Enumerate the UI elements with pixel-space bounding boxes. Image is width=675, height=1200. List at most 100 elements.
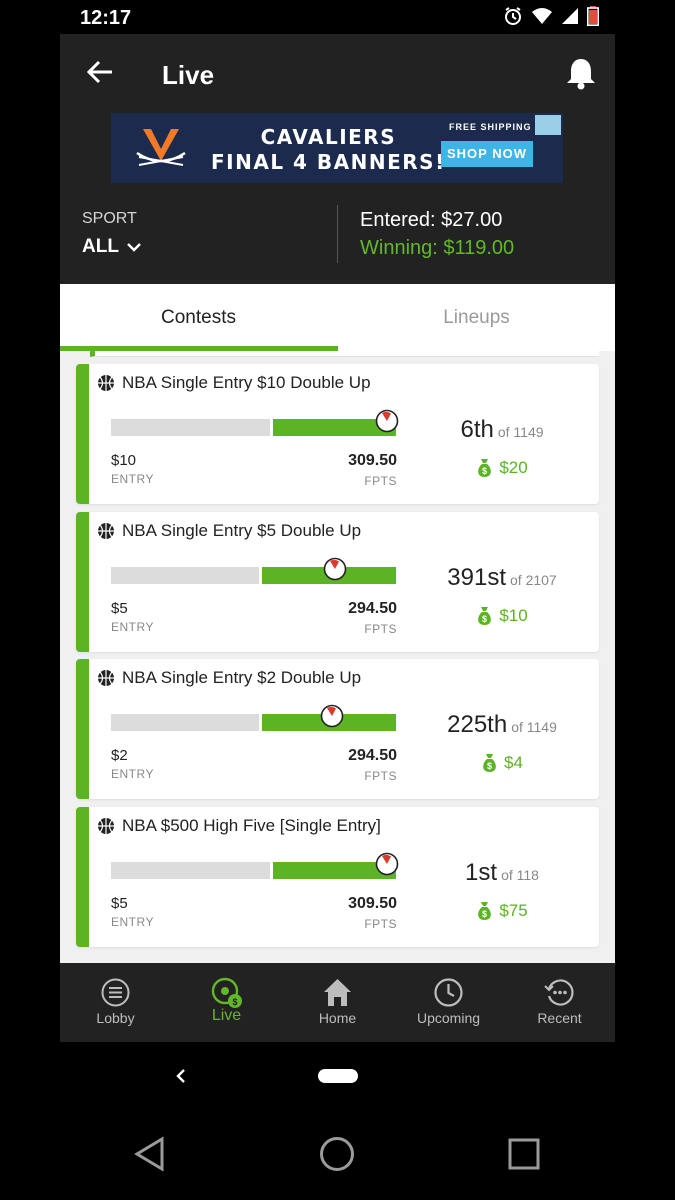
svg-text:$: $ <box>482 614 487 624</box>
ad-shipping: FREE SHIPPING <box>449 122 532 132</box>
progress-remaining <box>111 714 259 731</box>
nav-recent[interactable]: Recent <box>504 963 615 1042</box>
progress-bar <box>111 704 396 731</box>
tab-bar: Contests Lineups <box>60 284 615 351</box>
rank-of: of 1149 <box>511 719 557 735</box>
nav-home-label: Home <box>318 1010 357 1026</box>
bell-icon[interactable] <box>565 56 597 90</box>
tab-lineups[interactable]: Lineups <box>338 284 615 351</box>
rank: 1st of 118 <box>407 859 597 887</box>
basketball-icon <box>98 375 114 391</box>
history-icon <box>544 979 574 1006</box>
ad-banner[interactable]: CAVALIERS FINAL 4 BANNERS! FREE SHIPPING… <box>111 113 563 183</box>
rank-place: 1st <box>465 859 498 886</box>
sport-label: SPORT <box>82 210 137 227</box>
contest-title-row: NBA $500 High Five [Single Entry] <box>97 816 381 836</box>
timer-marker-icon <box>375 852 399 876</box>
clock-icon <box>434 978 463 1007</box>
progress-remaining <box>111 567 259 584</box>
contest-title: NBA Single Entry $2 Double Up <box>122 668 362 687</box>
list-circle-icon <box>101 978 130 1007</box>
entry-label: ENTRY <box>111 620 154 634</box>
ad-choices-icon[interactable] <box>535 115 561 135</box>
nav-lobby-label: Lobby <box>96 1010 135 1026</box>
contest-card[interactable]: NBA Single Entry $2 Double Up $2 ENTRY 294.… <box>76 659 599 799</box>
progress-remaining <box>111 419 270 436</box>
prize-amount: $20 <box>499 458 528 477</box>
svg-text:$: $ <box>482 466 487 476</box>
contest-title: NBA Single Entry $10 Double Up <box>122 373 371 392</box>
winning-total: Winning: $119.00 <box>360 237 515 259</box>
prize-amount: $10 <box>499 606 528 625</box>
fpts-label: FPTS <box>364 622 397 636</box>
rank-place: 391st <box>447 564 506 591</box>
progress-bar <box>111 409 399 436</box>
gesture-handle[interactable] <box>318 1069 358 1083</box>
nav-upcoming[interactable]: Upcoming <box>393 963 504 1042</box>
contest-card[interactable]: NBA Single Entry $10 Double Up $10 ENTRY 30… <box>76 364 599 504</box>
tab-contests[interactable]: Contests <box>60 284 337 351</box>
system-nav-bar <box>0 1120 675 1200</box>
timer-marker-icon <box>320 704 344 728</box>
nav-upcoming-label: Upcoming <box>416 1010 481 1026</box>
rank: 225th of 1149 <box>407 711 597 739</box>
chevron-left-icon[interactable] <box>173 1066 189 1086</box>
progress-bar <box>111 852 399 879</box>
fpts-value: 309.50 <box>348 452 397 469</box>
entry-label: ENTRY <box>111 472 154 486</box>
contest-title-row: NBA Single Entry $5 Double Up <box>97 521 361 541</box>
status-icons <box>503 6 599 31</box>
alarm-icon <box>503 6 523 31</box>
svg-text:$: $ <box>482 909 487 919</box>
system-home-icon[interactable] <box>319 1136 355 1172</box>
sport-dropdown[interactable]: ALL <box>82 236 141 258</box>
app-window: Live CAVALIERS FINAL 4 BANNERS! FREE SHI… <box>60 34 615 1042</box>
bottom-nav: Lobby $ Live Home Upcoming Recent <box>60 963 615 1042</box>
entry-label: ENTRY <box>111 915 154 929</box>
back-arrow-icon[interactable] <box>84 56 116 88</box>
fpts-value: 309.50 <box>348 895 397 912</box>
contest-title-row: NBA Single Entry $2 Double Up <box>97 668 361 688</box>
contest-title: NBA Single Entry $5 Double Up <box>122 521 362 540</box>
rank-place: 6th <box>460 416 494 443</box>
rank: 6th of 1149 <box>407 416 597 444</box>
signal-icon <box>561 7 579 30</box>
contest-list[interactable]: NBA Single Entry $10 Double Up $10 ENTRY 30… <box>60 351 615 963</box>
ad-shop-button[interactable]: SHOP NOW <box>441 141 533 167</box>
live-money-icon: $ <box>211 977 242 1008</box>
prize-amount: $4 <box>504 753 523 772</box>
header-divider <box>337 205 338 263</box>
nav-live[interactable]: $ Live <box>171 963 282 1042</box>
nav-recent-label: Recent <box>537 1010 582 1026</box>
entry-amount: $2 <box>111 747 128 764</box>
battery-icon <box>587 6 599 31</box>
status-bar: 12:17 <box>0 0 675 34</box>
ad-headline: CAVALIERS FINAL 4 BANNERS! <box>211 125 446 175</box>
prize: $ $75 <box>407 901 597 921</box>
system-recents-icon[interactable] <box>508 1138 542 1172</box>
basketball-icon <box>98 818 114 834</box>
rank: 391st of 2107 <box>407 564 597 592</box>
rank-of: of 2107 <box>510 572 557 588</box>
fpts-label: FPTS <box>364 474 397 488</box>
contest-card-peek <box>90 351 599 357</box>
money-bag-icon: $ <box>478 459 492 477</box>
basketball-icon <box>98 523 114 539</box>
rank-of: of 118 <box>501 867 539 883</box>
system-back-icon[interactable] <box>134 1136 166 1172</box>
rank-place: 225th <box>447 711 508 738</box>
entry-amount: $5 <box>111 895 128 912</box>
contest-title-row: NBA Single Entry $10 Double Up <box>97 373 371 393</box>
timer-marker-icon <box>375 409 399 433</box>
contest-card[interactable]: NBA $500 High Five [Single Entry] $5 ENTRY… <box>76 807 599 947</box>
contest-title: NBA $500 High Five [Single Entry] <box>122 816 381 835</box>
entered-total: Entered: $27.00 <box>360 209 503 231</box>
nav-lobby[interactable]: Lobby <box>60 963 171 1042</box>
status-time: 12:17 <box>80 7 132 29</box>
contest-card[interactable]: NBA Single Entry $5 Double Up $5 ENTRY 294.… <box>76 512 599 652</box>
page-title: Live <box>162 60 215 90</box>
prize: $ $10 <box>407 606 597 626</box>
nav-home[interactable]: Home <box>282 963 393 1042</box>
prize: $ $20 <box>407 458 597 478</box>
fpts-value: 294.50 <box>348 600 397 617</box>
